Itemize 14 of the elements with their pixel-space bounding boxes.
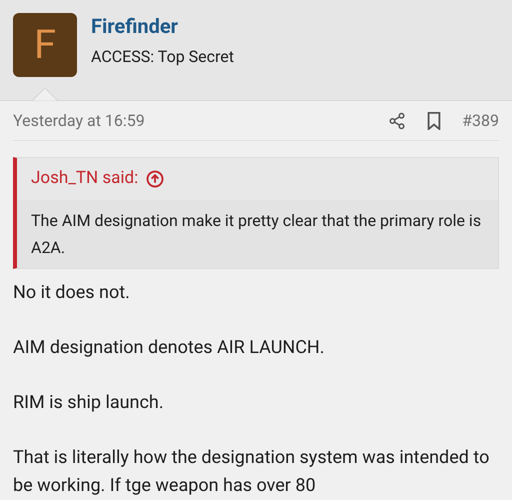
post-paragraph: No it does not. bbox=[13, 281, 131, 305]
arrow-up-icon[interactable] bbox=[146, 170, 164, 188]
user-title: ACCESS: Top Secret bbox=[91, 46, 234, 68]
post-paragraph: That is literally how the designation system was intended to be working. If tge weapon has over 80 bbox=[13, 446, 490, 498]
quote-text: The AIM designation make it pretty clear that the primary role is A2A. bbox=[17, 200, 498, 268]
post-time[interactable]: Yesterday at 16:59 bbox=[13, 108, 145, 132]
bookmark-icon[interactable] bbox=[426, 112, 442, 130]
post-paragraph: AIM designation denotes AIR LAUNCH. bbox=[13, 336, 326, 360]
share-icon[interactable] bbox=[388, 112, 406, 130]
avatar[interactable]: F bbox=[13, 13, 77, 77]
post-number[interactable]: #389 bbox=[462, 108, 499, 132]
author-name[interactable]: Firefinder bbox=[91, 13, 234, 39]
quote-attribution[interactable]: Josh_TN said: bbox=[31, 166, 138, 192]
post-paragraph: RIM is ship launch. bbox=[13, 391, 165, 415]
